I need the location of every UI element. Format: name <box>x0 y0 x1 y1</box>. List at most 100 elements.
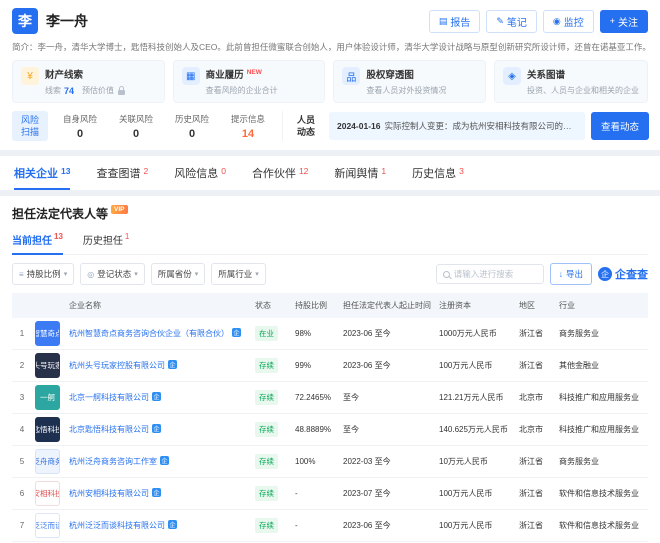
tab-count: 13 <box>61 166 70 176</box>
new-badge: NEW <box>247 69 262 76</box>
risk-item-self[interactable]: 自身风险 0 <box>52 113 108 140</box>
row-index: 6 <box>12 478 32 510</box>
note-button-label: 笔记 <box>507 14 527 29</box>
company-mini-icon[interactable]: 企 <box>168 520 177 529</box>
section-title: 担任法定代表人等 <box>12 205 108 222</box>
filter-industry[interactable]: 所属行业 ▾ <box>211 263 266 285</box>
tab-history-info[interactable]: 历史信息 3 <box>412 156 464 190</box>
cell-ratio: 72.2465% <box>292 382 340 414</box>
company-name-link[interactable]: 杭州头号玩家控股有限公司 <box>69 361 165 370</box>
tab-risk-info[interactable]: 风险信息 0 <box>174 156 226 190</box>
equity-chart-icon: 品 <box>342 67 360 85</box>
table-row: 2 头号玩家 杭州头号玩家控股有限公司企 存续 99% 2023-06 至今 1… <box>12 350 648 382</box>
search-icon <box>443 271 450 278</box>
cell-industry: 其他金融业 <box>556 350 648 382</box>
company-name-link[interactable]: 杭州泛舟商务咨询工作室 <box>69 457 157 466</box>
filter-row: ≡ 持股比例 ▾ ◎ 登记状态 ▾ 所属省份 ▾ 所属行业 ▾ ↓ 导出 企 企… <box>12 263 648 285</box>
follow-button[interactable]: + 关注 <box>600 10 648 33</box>
status-cell: 在业 <box>252 318 292 350</box>
cell-region: 浙江省 <box>516 350 556 382</box>
subtab-current[interactable]: 当前担任 13 <box>12 229 63 255</box>
company-name-link[interactable]: 杭州智慧奇点商务咨询合伙企业（有限合伙） <box>69 329 229 338</box>
cell-region: 浙江省 <box>516 510 556 542</box>
logo-cell: 智慧奇点 <box>32 318 66 350</box>
chevron-down-icon: ▾ <box>134 270 138 278</box>
download-icon: ↓ <box>559 269 563 279</box>
search-input[interactable] <box>454 269 537 279</box>
export-button[interactable]: ↓ 导出 <box>550 263 592 285</box>
card-body: 关系图谱 投资、人员与企业和相关的企业 <box>527 67 639 96</box>
company-name-link[interactable]: 杭州泛泛而谈科技有限公司 <box>69 521 165 530</box>
chevron-down-icon: ▾ <box>255 270 259 278</box>
name-cell: 北京一舸科技有限公司企 <box>66 382 252 414</box>
filter-shareholding-ratio[interactable]: ≡ 持股比例 ▾ <box>12 263 74 285</box>
tab-count: 0 <box>221 166 226 176</box>
report-icon: ▤ <box>439 16 448 27</box>
tab-label: 合作伙伴 <box>252 165 296 181</box>
company-mini-icon[interactable]: 企 <box>232 328 241 337</box>
cell-industry: 科技推广和应用服务业 <box>556 382 648 414</box>
cell-ratio: 48.8889% <box>292 414 340 446</box>
company-mini-icon[interactable]: 企 <box>160 456 169 465</box>
cell-capital: 100万元人民币 <box>436 350 516 382</box>
report-button[interactable]: ▤ 报告 <box>429 10 481 33</box>
clues-label: 线索 <box>45 85 61 96</box>
cell-capital: 10万元人民币 <box>436 446 516 478</box>
brand-name: 企查查 <box>615 266 648 282</box>
note-button[interactable]: ✎ 笔记 <box>486 10 537 33</box>
logo-cell: 泛舟商务 <box>32 446 66 478</box>
card-business-resume[interactable]: ▦ 商业履历 NEW 查看风险的企业合计 <box>173 60 326 103</box>
col-ratio: 持股比例 <box>292 293 340 318</box>
risk-item-history[interactable]: 历史风险 0 <box>164 113 220 140</box>
card-equity-penetration[interactable]: 品 股权穿透图 查看人员对外投资情况 <box>333 60 486 103</box>
card-property-clues[interactable]: ¥ 财产线索 线索 74 预估价值 <box>12 60 165 103</box>
company-mini-icon[interactable]: 企 <box>152 392 161 401</box>
risk-value: 0 <box>164 128 220 140</box>
cell-period: 至今 <box>340 414 436 446</box>
table-row: 3 一舸 北京一舸科技有限公司企 存续 72.2465% 至今 121.21万元… <box>12 382 648 414</box>
card-desc: 投资、人员与企业和相关的企业 <box>527 85 639 96</box>
cell-ratio: 100% <box>292 446 340 478</box>
card-title: 关系图谱 <box>527 67 639 81</box>
company-mini-icon[interactable]: 企 <box>152 424 161 433</box>
company-name-link[interactable]: 杭州安相科技有限公司 <box>69 489 149 498</box>
filter-province[interactable]: 所属省份 ▾ <box>151 263 206 285</box>
subtab-label: 历史担任 <box>83 232 123 247</box>
cell-ratio: 99% <box>292 350 340 382</box>
status-cell: 存续 <box>252 478 292 510</box>
company-mini-icon[interactable]: 企 <box>168 360 177 369</box>
company-table-body: 1 智慧奇点 杭州智慧奇点商务咨询合伙企业（有限合伙）企 在业 98% 2023… <box>12 318 648 543</box>
company-mini-icon[interactable]: 企 <box>152 488 161 497</box>
cell-industry: 软件和信息技术服务业 <box>556 478 648 510</box>
list-icon: ≡ <box>19 270 24 279</box>
status-badge: 存续 <box>255 422 278 437</box>
col-status: 状态 <box>252 293 292 318</box>
risk-item-tips[interactable]: 提示信息 14 <box>220 113 276 140</box>
risk-item-related[interactable]: 关联风险 0 <box>108 113 164 140</box>
table-header: 企业名称 状态 持股比例 担任法定代表人起止时间 注册资本 地区 行业 <box>12 293 648 318</box>
company-logo: 智慧奇点 <box>35 321 60 346</box>
card-desc: 线索 74 预估价值 <box>45 85 125 96</box>
monitor-button[interactable]: ◉ 监控 <box>543 10 594 33</box>
page-title: 李一舟 <box>46 11 88 31</box>
name-cell: 杭州智慧奇点商务咨询合伙企业（有限合伙）企 <box>66 318 252 350</box>
company-name-link[interactable]: 北京一舸科技有限公司 <box>69 393 149 402</box>
tab-partners[interactable]: 合作伙伴 12 <box>252 156 308 190</box>
tab-chacha-graph[interactable]: 查查图谱 2 <box>96 156 148 190</box>
cell-capital: 100万元人民币 <box>436 478 516 510</box>
cell-region: 浙江省 <box>516 446 556 478</box>
section-header: 担任法定代表人等 VIP <box>12 205 648 222</box>
subtab-history[interactable]: 历史担任 1 <box>83 229 129 255</box>
cell-ratio: - <box>292 478 340 510</box>
monitor-icon: ◉ <box>553 16 561 27</box>
cell-capital: 140.625万元人民币 <box>436 414 516 446</box>
tab-news[interactable]: 新闻舆情 1 <box>334 156 386 190</box>
company-name-link[interactable]: 北京匙悟科技有限公司 <box>69 425 149 434</box>
card-title: 股权穿透图 <box>366 67 446 81</box>
filter-label: 持股比例 <box>27 268 61 280</box>
view-dynamics-button[interactable]: 查看动态 <box>591 112 649 140</box>
card-relation-graph[interactable]: ◈ 关系图谱 投资、人员与企业和相关的企业 <box>494 60 648 103</box>
tab-label: 相关企业 <box>14 165 58 181</box>
tab-related-companies[interactable]: 相关企业 13 <box>14 156 70 190</box>
filter-registration-status[interactable]: ◎ 登记状态 ▾ <box>80 263 145 285</box>
